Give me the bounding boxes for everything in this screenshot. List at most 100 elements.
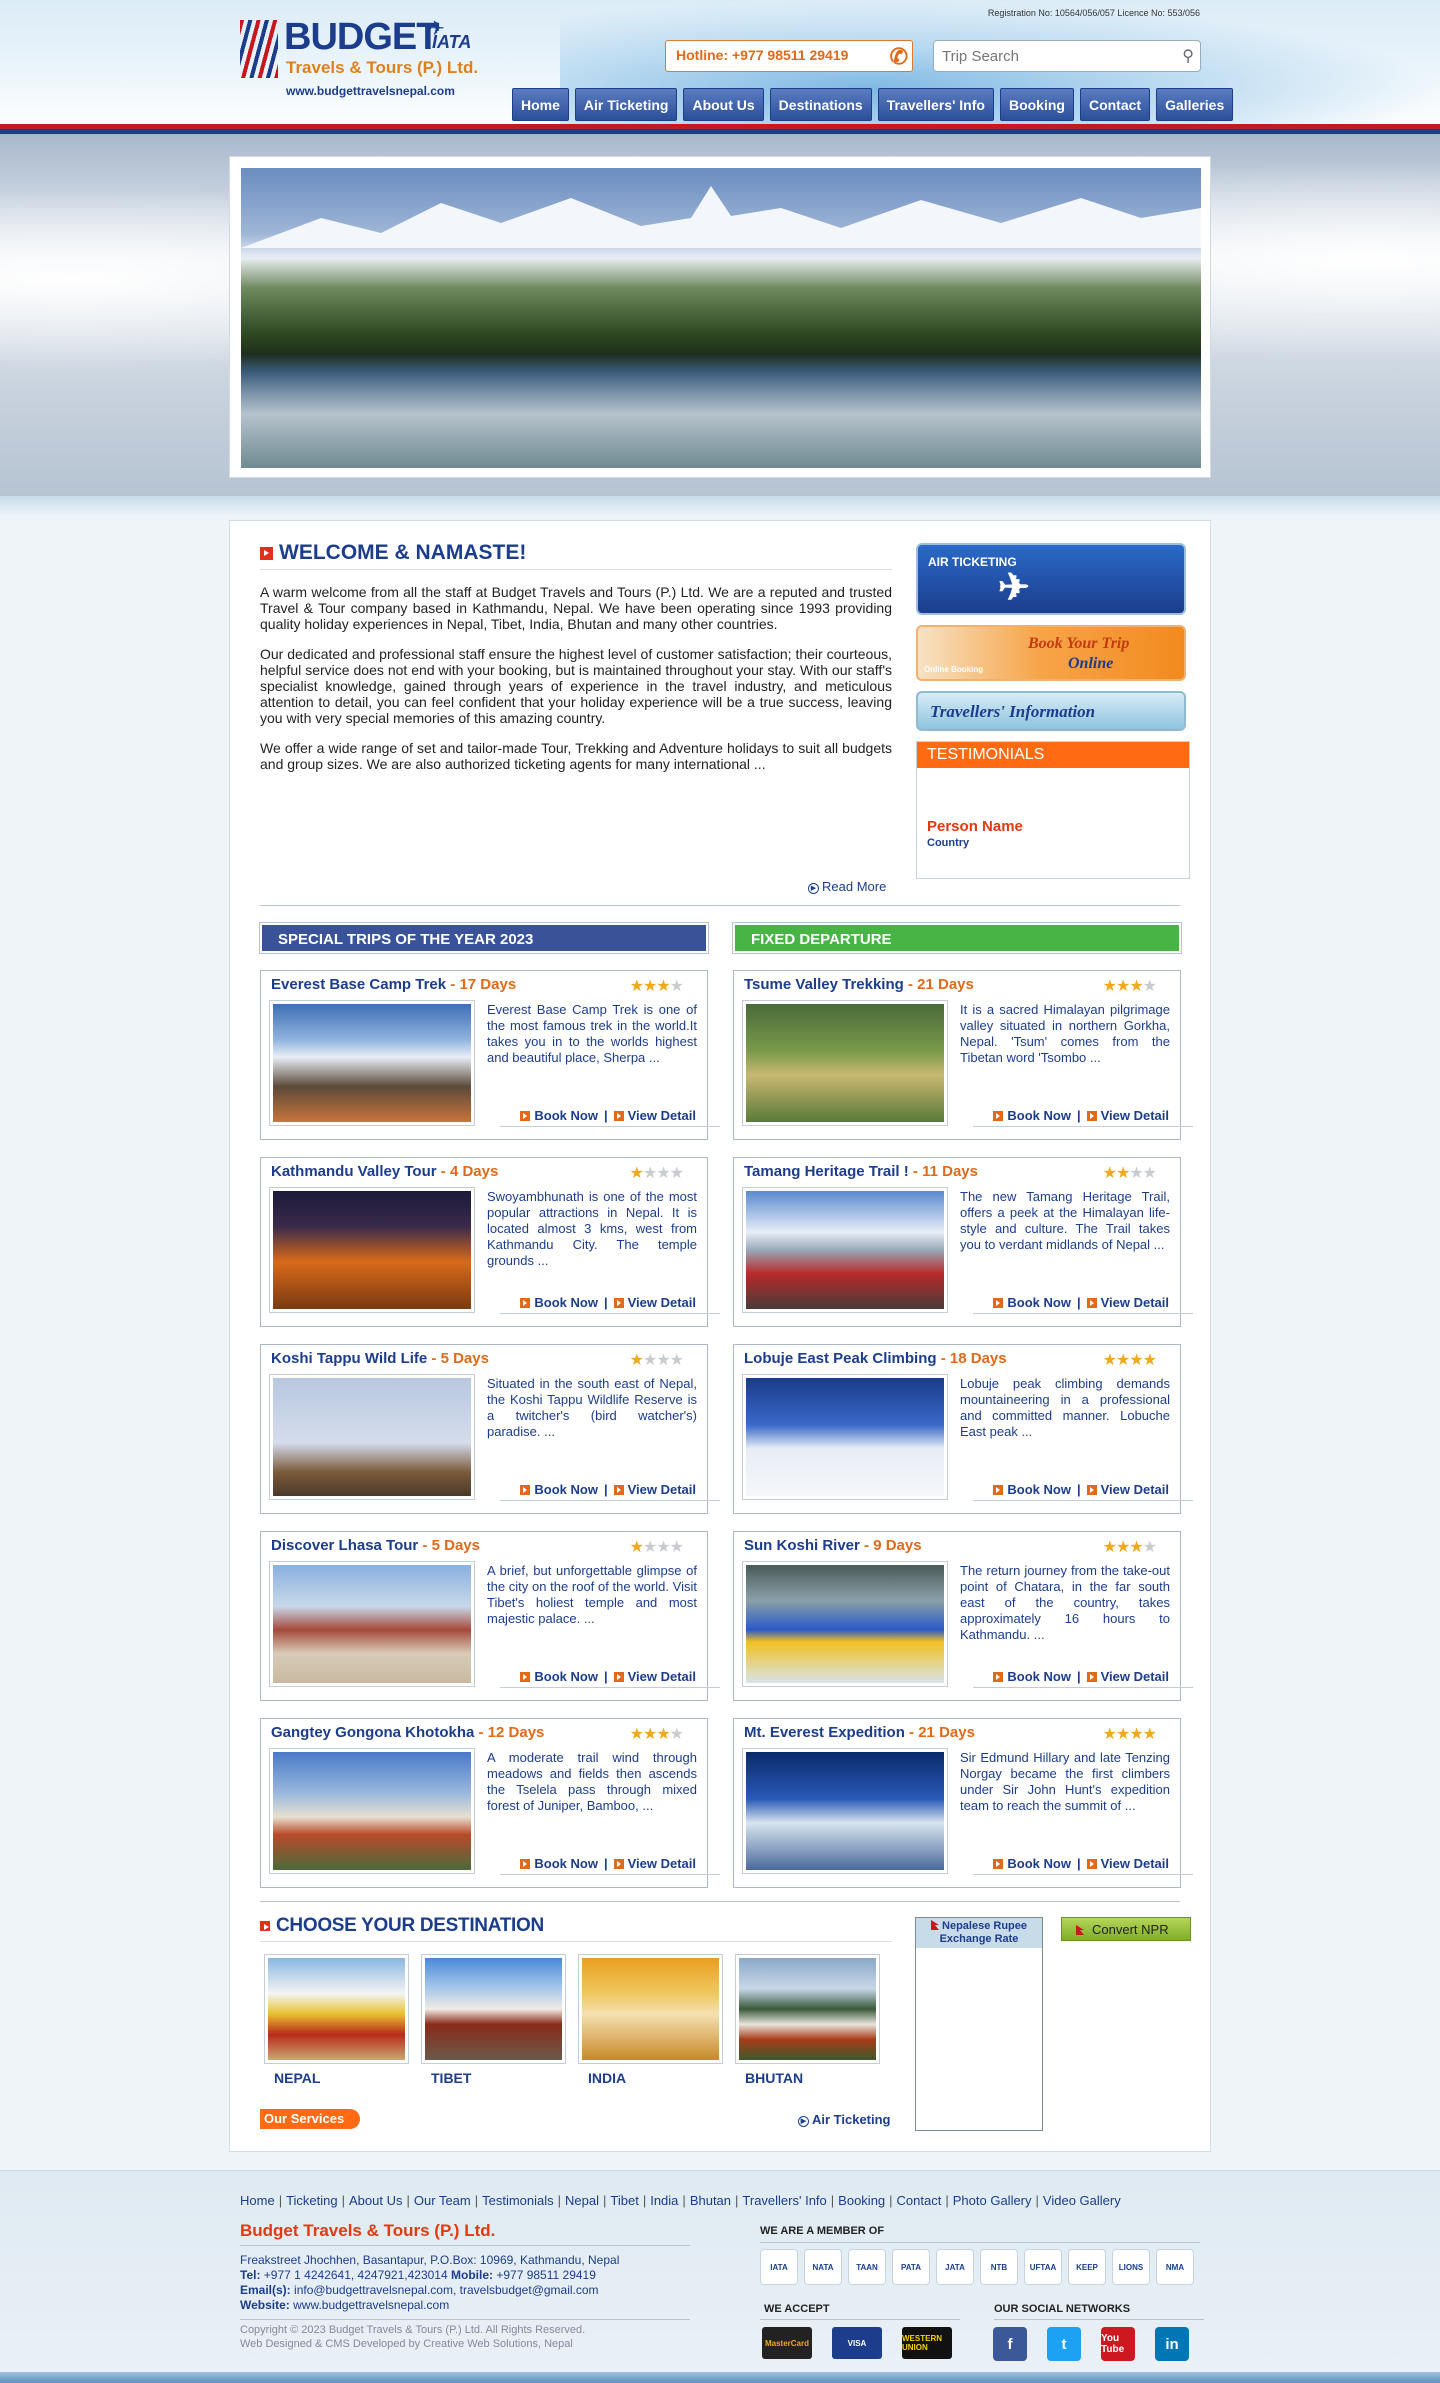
nav-destinations[interactable]: Destinations xyxy=(769,88,872,121)
book-now-link[interactable]: Book Now xyxy=(1007,1108,1071,1123)
trip-title[interactable]: Mt. Everest Expedition - 21 Days xyxy=(744,1724,975,1741)
footer-link[interactable]: Our Team xyxy=(414,2193,471,2208)
site-logo[interactable]: BUDGET ✈ IATA Travels & Tours (P.) Ltd. … xyxy=(240,16,500,102)
nav-galleries[interactable]: Galleries xyxy=(1156,88,1234,121)
website-link[interactable]: www.budgettravelsnepal.com xyxy=(293,2298,449,2312)
view-detail-link[interactable]: View Detail xyxy=(628,1856,696,1871)
trip-image[interactable] xyxy=(269,1561,475,1687)
link-separator: | xyxy=(341,2193,346,2208)
trip-title[interactable]: Tsume Valley Trekking - 21 Days xyxy=(744,976,974,993)
footer-link[interactable]: India xyxy=(650,2193,678,2208)
air-ticketing-link[interactable]: ▶ Air Ticketing xyxy=(798,2112,891,2127)
trip-title[interactable]: Discover Lhasa Tour - 5 Days xyxy=(271,1537,480,1554)
book-now-link[interactable]: Book Now xyxy=(1007,1482,1071,1497)
hotline-box: Hotline: +977 98511 29419 ✆ xyxy=(665,40,913,72)
trip-title[interactable]: Everest Base Camp Trek - 17 Days xyxy=(271,976,516,993)
linkedin-icon[interactable]: in xyxy=(1155,2327,1189,2361)
nav-about-us[interactable]: About Us xyxy=(683,88,764,121)
read-more-link[interactable]: ▶ Read More xyxy=(808,879,886,894)
welcome-title-text: WELCOME & NAMASTE! xyxy=(279,541,527,564)
travellers-info-banner[interactable]: Travellers' Information xyxy=(916,691,1186,731)
nav-contact[interactable]: Contact xyxy=(1079,88,1151,121)
fixed-departure-column: FIXED DEPARTURE Tsume Valley Trekking - … xyxy=(732,922,1194,1888)
book-now-link[interactable]: Book Now xyxy=(534,1856,598,1871)
book-now-link[interactable]: Book Now xyxy=(534,1295,598,1310)
youtube-icon[interactable]: You Tube xyxy=(1101,2327,1135,2361)
book-now-link[interactable]: Book Now xyxy=(534,1669,598,1684)
trip-title[interactable]: Koshi Tappu Wild Life - 5 Days xyxy=(271,1350,489,1367)
star-icon: ★ xyxy=(669,1539,684,1556)
email-link[interactable]: info@budgettravelsnepal.com, travelsbudg… xyxy=(294,2283,599,2297)
trip-image[interactable] xyxy=(742,1374,948,1500)
destination-item[interactable]: BHUTAN xyxy=(735,1954,880,2086)
trip-image[interactable] xyxy=(742,1000,948,1126)
book-now-link[interactable]: Book Now xyxy=(1007,1856,1071,1871)
destination-item[interactable]: INDIA xyxy=(578,1954,723,2086)
destination-photo xyxy=(268,1958,405,2060)
our-services-tab[interactable]: Our Services xyxy=(260,2109,360,2129)
search-input[interactable] xyxy=(934,41,1164,71)
view-detail-link[interactable]: View Detail xyxy=(1101,1108,1169,1123)
view-detail-link[interactable]: View Detail xyxy=(628,1669,696,1684)
footer-link[interactable]: Nepal xyxy=(565,2193,599,2208)
book-now-link[interactable]: Book Now xyxy=(534,1482,598,1497)
rating-stars: ★★★★ xyxy=(630,1163,684,1183)
footer-link[interactable]: Booking xyxy=(838,2193,885,2208)
trip-image[interactable] xyxy=(742,1748,948,1874)
twitter-icon[interactable]: t xyxy=(1047,2327,1081,2361)
book-now-link[interactable]: Book Now xyxy=(534,1108,598,1123)
footer-link[interactable]: Travellers' Info xyxy=(742,2193,826,2208)
link-separator: | xyxy=(1076,1482,1081,1497)
air-ticketing-banner[interactable]: AIR TICKETING ✈ xyxy=(916,543,1186,615)
trip-image[interactable] xyxy=(742,1561,948,1687)
trip-title[interactable]: Sun Koshi River - 9 Days xyxy=(744,1537,922,1554)
destination-item[interactable]: TIBET xyxy=(421,1954,566,2086)
facebook-icon[interactable]: f xyxy=(993,2327,1027,2361)
nav-air-ticketing[interactable]: Air Ticketing xyxy=(574,88,678,121)
nav-travellers-info[interactable]: Travellers' Info xyxy=(877,88,994,121)
trip-image[interactable] xyxy=(742,1187,948,1313)
footer-link[interactable]: Contact xyxy=(897,2193,942,2208)
trip-title[interactable]: Gangtey Gongona Khotokha - 12 Days xyxy=(271,1724,544,1741)
star-icon: ★ xyxy=(1115,1539,1130,1556)
footer-link[interactable]: Testimonials xyxy=(482,2193,554,2208)
footer-link[interactable]: Tibet xyxy=(610,2193,638,2208)
welcome-title: WELCOME & NAMASTE! xyxy=(260,541,892,570)
view-detail-link[interactable]: View Detail xyxy=(628,1108,696,1123)
destination-item[interactable]: NEPAL xyxy=(264,1954,409,2086)
book-now-link[interactable]: Book Now xyxy=(1007,1669,1071,1684)
special-trips-title: SPECIAL TRIPS OF THE YEAR 2023 xyxy=(259,922,709,954)
trip-image[interactable] xyxy=(269,1748,475,1874)
trip-title[interactable]: Kathmandu Valley Tour - 4 Days xyxy=(271,1163,498,1180)
nav-booking[interactable]: Booking xyxy=(999,88,1074,121)
trip-title[interactable]: Lobuje East Peak Climbing - 18 Days xyxy=(744,1350,1007,1367)
search-icon[interactable]: ⚲ xyxy=(1182,46,1194,66)
nav-home[interactable]: Home xyxy=(512,88,569,121)
trip-image[interactable] xyxy=(269,1187,475,1313)
trip-image[interactable] xyxy=(269,1374,475,1500)
trip-image[interactable] xyxy=(269,1000,475,1126)
member-logo-icon: JATA xyxy=(936,2249,974,2285)
star-icon: ★ xyxy=(1142,978,1157,995)
footer-link[interactable]: Ticketing xyxy=(286,2193,338,2208)
book-now-link[interactable]: Book Now xyxy=(1007,1295,1071,1310)
footer-link[interactable]: Video Gallery xyxy=(1043,2193,1121,2208)
destination-title-text: CHOOSE YOUR DESTINATION xyxy=(276,1915,544,1936)
view-detail-link[interactable]: View Detail xyxy=(1101,1295,1169,1310)
footer-link[interactable]: About Us xyxy=(349,2193,402,2208)
header-divider xyxy=(0,124,1440,134)
trip-actions-divider xyxy=(500,1500,721,1501)
convert-npr-button[interactable]: Convert NPR xyxy=(1061,1917,1191,1941)
view-detail-link[interactable]: View Detail xyxy=(1101,1856,1169,1871)
view-detail-link[interactable]: View Detail xyxy=(1101,1669,1169,1684)
view-detail-link[interactable]: View Detail xyxy=(628,1295,696,1310)
footer-link[interactable]: Bhutan xyxy=(690,2193,731,2208)
trip-card: Everest Base Camp Trek - 17 Days ★★★★ Ever… xyxy=(260,970,721,1140)
footer-link[interactable]: Photo Gallery xyxy=(953,2193,1032,2208)
book-trip-banner[interactable]: Book Your Trip Online Online Booking xyxy=(916,625,1186,681)
view-detail-link[interactable]: View Detail xyxy=(628,1482,696,1497)
view-detail-link[interactable]: View Detail xyxy=(1101,1482,1169,1497)
trip-title[interactable]: Tamang Heritage Trail ! - 11 Days xyxy=(744,1163,978,1180)
footer-link[interactable]: Home xyxy=(240,2193,275,2208)
site-header: BUDGET ✈ IATA Travels & Tours (P.) Ltd. … xyxy=(0,0,1440,134)
